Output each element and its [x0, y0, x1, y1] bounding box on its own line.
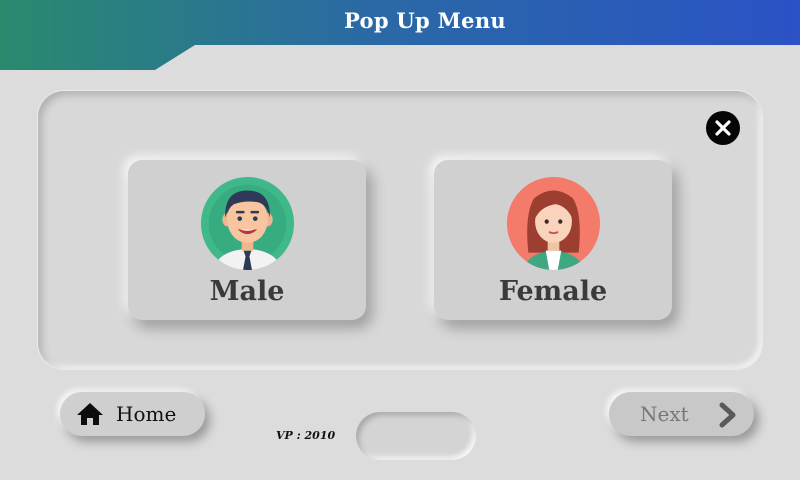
version-label: VP : 2010 [276, 429, 336, 442]
close-icon [715, 120, 731, 136]
home-label: Home [116, 402, 177, 426]
female-label: Female [498, 276, 608, 307]
home-button[interactable]: Home [60, 392, 205, 436]
header-bar: Pop Up Menu [0, 0, 800, 70]
chevron-right-icon [719, 402, 736, 428]
female-avatar-icon [506, 176, 601, 271]
next-button[interactable]: Next [609, 392, 754, 436]
next-label: Next [640, 402, 689, 426]
page-title: Pop Up Menu [344, 8, 506, 33]
male-option-card[interactable]: Male [128, 160, 366, 320]
male-label: Male [209, 276, 285, 307]
male-avatar-icon [200, 176, 295, 271]
female-option-card[interactable]: Female [434, 160, 672, 320]
center-pill-indicator [356, 412, 476, 460]
close-button[interactable] [706, 111, 740, 145]
home-icon [77, 403, 103, 425]
